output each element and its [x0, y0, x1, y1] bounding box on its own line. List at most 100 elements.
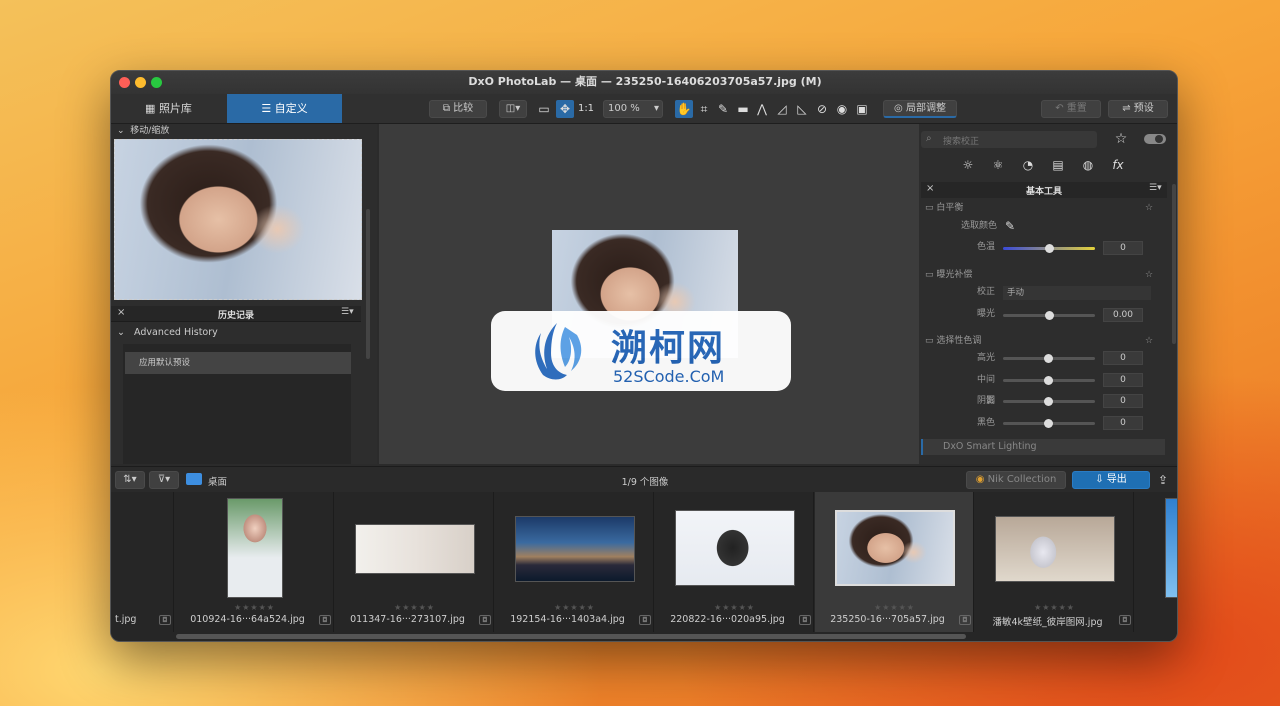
thumbnail[interactable] [515, 516, 635, 582]
star-icon[interactable]: ☆ [1145, 268, 1153, 282]
eye-icon[interactable]: ◉ [833, 100, 851, 118]
selective-tone-header[interactable]: ▭ 选择性色调 ☆ [925, 334, 1165, 348]
fit-icon[interactable]: ▭ [535, 100, 553, 118]
perspective-icon[interactable]: ⋀ [753, 100, 771, 118]
close-window-button[interactable] [119, 77, 130, 88]
filmstrip-scrollbar[interactable] [176, 634, 966, 639]
exposure-mode-select[interactable]: 手动 [1003, 286, 1151, 300]
slider-knob[interactable] [1044, 418, 1053, 428]
star-icon[interactable]: ☆ [1145, 334, 1153, 348]
filmstrip-item[interactable]: b7 [1135, 492, 1177, 632]
slider-knob[interactable] [1044, 311, 1054, 320]
exposure-slider[interactable] [1003, 311, 1095, 320]
history-group[interactable]: ⌄ Advanced History [117, 326, 357, 340]
export-button[interactable]: ⇩ 导出 [1072, 471, 1150, 489]
tone-slider[interactable] [1003, 418, 1095, 428]
move-icon[interactable]: ✥ [556, 100, 574, 118]
fx-icon[interactable]: fx [1109, 156, 1127, 174]
thumbnail[interactable] [835, 510, 955, 586]
tab-customize[interactable]: ☰ 自定义 [227, 94, 342, 123]
grid-icon: ▦ [145, 102, 159, 115]
nik-collection-button[interactable]: ◉ Nik Collection [966, 471, 1066, 489]
reset-button[interactable]: ↶ 重置 [1041, 100, 1101, 118]
navigator-preview[interactable] [114, 139, 362, 300]
sort-button[interactable]: ⇅▾ [115, 471, 145, 489]
exposure-header[interactable]: ▭ 曝光补偿 ☆ [925, 268, 1165, 282]
tab-library[interactable]: ▦ 照片库 [111, 94, 226, 123]
thumbnail[interactable] [227, 498, 283, 598]
local-icon[interactable]: ◍ [1079, 156, 1097, 174]
filmstrip-item[interactable]: ★★★★★ 220822-16···020a95.jpg ◘ [655, 492, 814, 632]
star-icon[interactable]: ☆ [1112, 130, 1130, 148]
rating-stars[interactable]: ★★★★★ [175, 603, 334, 612]
thumbnail[interactable] [675, 510, 795, 586]
toggle-switch[interactable] [1144, 134, 1166, 144]
star-icon[interactable]: ☆ [1145, 201, 1153, 215]
minimize-window-button[interactable] [135, 77, 146, 88]
navigator-header[interactable]: ⌄ 移动/缩放 [117, 124, 367, 138]
zoom-dropdown[interactable]: 100 % ▾ [603, 100, 663, 118]
tone-value[interactable]: 0 [1103, 394, 1143, 408]
distortion-icon[interactable]: ◿ [773, 100, 791, 118]
filter-button[interactable]: ⊽▾ [149, 471, 179, 489]
geometry-icon[interactable]: ▤ [1049, 156, 1067, 174]
compare-button[interactable]: ⧉ 比较 [429, 100, 487, 118]
reshape-icon[interactable]: ◺ [793, 100, 811, 118]
exposure-value[interactable]: 0.00 [1103, 308, 1143, 322]
image-viewer[interactable]: 溯柯网 52SCode.CoM [379, 124, 919, 464]
rating-stars[interactable]: ★★★★★ [655, 603, 814, 612]
slider-knob[interactable] [1044, 354, 1053, 363]
rating-stars[interactable]: ★★★★★ [815, 603, 974, 612]
slider-knob[interactable] [1044, 397, 1053, 406]
share-icon[interactable]: ⇪ [1154, 471, 1172, 489]
detail-icon[interactable]: ◔ [1019, 156, 1037, 174]
filmstrip-item[interactable]: ★★★★★ 011347-16···273107.jpg ◘ [335, 492, 494, 632]
ratio-label[interactable]: 1:1 [576, 100, 596, 118]
crop-icon[interactable]: ⌗ [695, 100, 713, 118]
temp-value[interactable]: 0 [1103, 241, 1143, 255]
mask-icon[interactable]: ▣ [853, 100, 871, 118]
thumbnail[interactable] [355, 524, 475, 574]
rating-stars[interactable]: ★★★★★ [335, 603, 494, 612]
rating-stars[interactable]: ★★ [111, 603, 174, 612]
tone-slider[interactable] [1003, 375, 1095, 385]
wb-header[interactable]: ▭ 白平衡 ☆ [925, 201, 1165, 215]
temp-slider[interactable] [1003, 244, 1095, 253]
menu-icon[interactable]: ☰▾ [341, 307, 354, 317]
rating-stars[interactable]: ★★★★★ [975, 603, 1134, 612]
history-item[interactable]: 应用默认预设 [125, 352, 351, 374]
tone-slider[interactable] [1003, 397, 1095, 406]
app-window: DxO PhotoLab — 桌面 — 235250-16406203705a5… [110, 70, 1178, 642]
tone-slider[interactable] [1003, 354, 1095, 363]
sun-icon[interactable]: ☼ [959, 156, 977, 174]
horizon-icon[interactable]: ▬ [734, 100, 752, 118]
smart-lighting-header[interactable]: DxO Smart Lighting [921, 439, 1165, 455]
folder-name[interactable]: 桌面 [208, 474, 227, 488]
scrollbar[interactable] [366, 209, 370, 359]
filmstrip-item[interactable]: ★★★★★ 潘敏4k壁纸_彼岸图网.jpg ◘ [975, 492, 1134, 632]
eyedropper-icon[interactable]: ✎ [714, 100, 732, 118]
rating-stars[interactable]: ★★★★★ [495, 603, 654, 612]
scrollbar[interactable] [1172, 184, 1176, 344]
search-field[interactable]: ⌕ 搜索校正 [921, 131, 1097, 148]
filmstrip-item[interactable]: ★★t.jpg◘ [111, 492, 174, 632]
eyedropper-icon[interactable]: ✎ [1001, 217, 1019, 235]
thumbnail[interactable] [1165, 498, 1177, 598]
filmstrip-item[interactable]: ★★★★★ 010924-16···64a524.jpg ◘ [175, 492, 334, 632]
filmstrip-item[interactable]: ★★★★★ 192154-16···1403a4.jpg ◘ [495, 492, 654, 632]
color-icon[interactable]: ⚛ [989, 156, 1007, 174]
menu-icon[interactable]: ☰▾ [1149, 183, 1162, 193]
thumbnail[interactable] [995, 516, 1115, 582]
preset-button[interactable]: ⇌ 预设 [1108, 100, 1168, 118]
layout-dropdown[interactable]: ◫▾ [499, 100, 527, 118]
local-adjust-button[interactable]: ◎ 局部调整 [883, 100, 957, 118]
filmstrip-item[interactable]: ★★★★★ 235250-16···705a57.jpg ◘ [815, 492, 974, 632]
zoom-window-button[interactable] [151, 77, 162, 88]
slider-knob[interactable] [1044, 244, 1054, 253]
tone-value[interactable]: 0 [1103, 415, 1143, 430]
hand-icon[interactable]: ✋ [675, 100, 693, 118]
repair-icon[interactable]: ⊘ [813, 100, 831, 118]
slider-knob[interactable] [1044, 375, 1053, 385]
tone-value[interactable]: 0 [1103, 372, 1143, 387]
tone-value[interactable]: 0 [1103, 351, 1143, 365]
